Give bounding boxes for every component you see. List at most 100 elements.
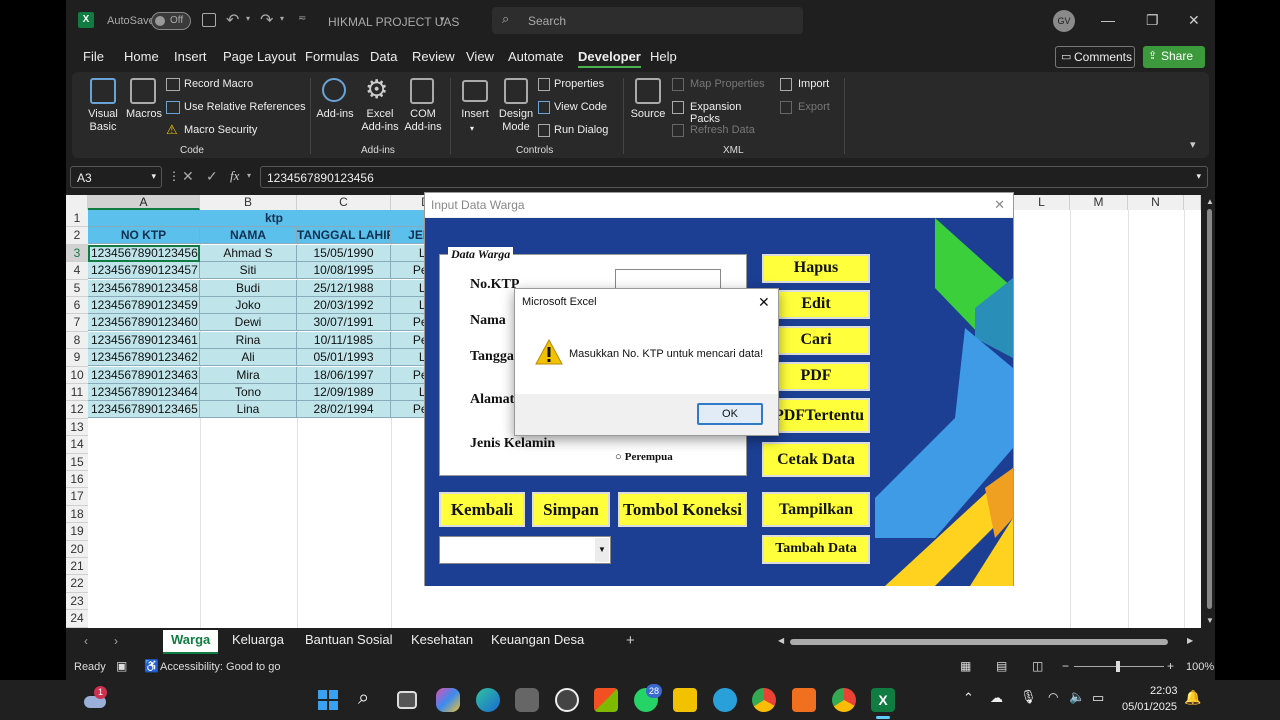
macros-button[interactable]: Macros (124, 76, 164, 138)
sheet-tab-bantuan-sosial[interactable]: Bantuan Sosial (305, 632, 392, 647)
row-header[interactable]: 14 (66, 436, 88, 454)
menu-home[interactable]: Home (124, 49, 159, 64)
row-header[interactable]: 15 (66, 453, 88, 471)
table-cell[interactable]: Mira (200, 366, 297, 384)
menu-view[interactable]: View (466, 49, 494, 64)
chrome-profile-icon[interactable] (832, 688, 856, 712)
sheet-tab-kesehatan[interactable]: Kesehatan (411, 632, 473, 647)
autosave-toggle[interactable]: Off (151, 12, 191, 30)
cancel-entry-icon[interactable]: ✕ (182, 168, 194, 185)
row-header[interactable]: 22 (66, 575, 88, 593)
column-header[interactable]: L (1014, 195, 1070, 210)
column-header[interactable]: N (1128, 195, 1184, 210)
menu-review[interactable]: Review (412, 49, 455, 64)
minimize-icon[interactable]: — (1101, 12, 1115, 28)
file-explorer-icon[interactable] (673, 688, 697, 712)
menu-help[interactable]: Help (650, 49, 677, 64)
table-cell[interactable]: Tono (200, 384, 297, 401)
row-header[interactable]: 12 (66, 401, 88, 419)
row-header[interactable]: 11 (66, 384, 88, 402)
table-cell[interactable]: 1234567890123458 (88, 279, 200, 297)
prev-sheet-icon[interactable]: ‹ (84, 634, 88, 648)
combo-box[interactable]: ▼ (439, 536, 611, 564)
formula-input[interactable]: 1234567890123456 ▾ (260, 166, 1208, 188)
userform-close-icon[interactable]: ✕ (994, 197, 1005, 213)
weather-widget[interactable]: 1 (82, 686, 110, 714)
table-cell[interactable]: 15/05/1990 (297, 244, 391, 262)
onedrive-icon[interactable]: ☁ (990, 690, 1003, 706)
tambah-data-button[interactable]: Tambah Data (762, 535, 870, 564)
copilot-icon[interactable] (436, 688, 460, 712)
table-header-cell[interactable]: NAMA (200, 227, 297, 245)
relative-refs-button[interactable]: Use Relative References (166, 101, 306, 117)
table-cell[interactable]: 05/01/1993 (297, 349, 391, 367)
zoom-slider-thumb[interactable] (1116, 661, 1120, 672)
chrome-icon[interactable] (752, 688, 776, 712)
zoom-level[interactable]: 100% (1186, 661, 1214, 673)
row-header[interactable]: 2 (66, 227, 88, 245)
table-cell[interactable]: 1234567890123462 (88, 349, 200, 367)
row-header[interactable]: 4 (66, 262, 88, 280)
sheet-tab-warga[interactable]: Warga (163, 630, 219, 654)
scroll-thumb[interactable] (1207, 209, 1212, 609)
row-header[interactable]: 24 (66, 610, 88, 628)
excel-taskbar-icon[interactable]: X (871, 688, 895, 712)
save-icon[interactable] (202, 13, 216, 27)
table-cell[interactable]: 18/06/1997 (297, 366, 391, 384)
row-header[interactable]: 10 (66, 366, 88, 384)
task-view-icon[interactable] (397, 691, 417, 709)
zoom-out-icon[interactable]: − (1062, 659, 1069, 673)
telegram-icon[interactable] (713, 688, 737, 712)
view-code-button[interactable]: View Code (538, 101, 618, 117)
table-cell[interactable]: 10/08/1995 (297, 262, 391, 280)
redo-icon[interactable]: ↷ (260, 10, 273, 30)
table-cell[interactable]: 12/09/1989 (297, 384, 391, 401)
radio-perempuan[interactable]: ○ Perempua (615, 451, 673, 463)
next-sheet-icon[interactable]: › (114, 634, 118, 648)
page-layout-view-icon[interactable]: ▤ (996, 659, 1007, 673)
row-header[interactable]: 5 (66, 279, 88, 297)
visual-basic-button[interactable]: Visual Basic (82, 76, 122, 138)
expand-formula-icon[interactable]: ▾ (1196, 171, 1201, 182)
undo-dropdown-icon[interactable]: ▾ (246, 14, 250, 23)
tombol-koneksi-button[interactable]: Tombol Koneksi (618, 492, 747, 527)
sheet-tab-keuangan-desa[interactable]: Keuangan Desa (491, 632, 584, 647)
cetak-data-button[interactable]: Cetak Data (762, 442, 870, 477)
name-box[interactable]: A3 ▾ (70, 166, 162, 188)
table-cell[interactable]: 1234567890123457 (88, 262, 200, 280)
table-cell[interactable]: Rina (200, 331, 297, 349)
table-cell[interactable]: 1234567890123459 (88, 297, 200, 314)
table-cell[interactable]: Joko (200, 297, 297, 314)
show-hidden-icons[interactable]: ⌃ (963, 690, 974, 706)
column-header[interactable]: M (1070, 195, 1128, 210)
table-cell[interactable]: Budi (200, 279, 297, 297)
clock-time[interactable]: 22:03 (1150, 685, 1178, 697)
table-cell[interactable]: 25/12/1988 (297, 279, 391, 297)
table-cell[interactable]: Dewi (200, 314, 297, 332)
row-header[interactable]: 20 (66, 540, 88, 558)
select-all-corner[interactable] (66, 195, 88, 210)
notification-icon[interactable]: 🔔 (1184, 689, 1201, 706)
fx-dropdown-icon[interactable]: ▾ (247, 171, 251, 180)
row-header[interactable]: 8 (66, 331, 88, 350)
table-cell[interactable]: 1234567890123465 (88, 401, 200, 419)
xampp-icon[interactable] (792, 688, 816, 712)
tampilkan-button[interactable]: Tampilkan (762, 492, 870, 527)
table-cell[interactable]: 1234567890123456 (88, 244, 200, 262)
clock-date[interactable]: 05/01/2025 (1122, 701, 1177, 713)
search-icon[interactable]: ⌕ (358, 687, 369, 710)
zoom-in-icon[interactable]: + (1167, 659, 1174, 673)
menu-automate[interactable]: Automate (508, 49, 564, 64)
menu-insert[interactable]: Insert (174, 49, 207, 64)
addins-button[interactable]: Add-ins (316, 76, 354, 138)
table-cell[interactable]: 1234567890123463 (88, 366, 200, 384)
store-icon[interactable] (594, 688, 618, 712)
table-header-cell[interactable]: NO KTP (88, 227, 200, 245)
search-input[interactable]: ⌕ Search (492, 7, 803, 34)
row-header[interactable]: 23 (66, 592, 88, 611)
browser-icon[interactable] (555, 688, 579, 712)
hapus-button[interactable]: Hapus (762, 254, 870, 283)
restore-icon[interactable]: ❐ (1146, 12, 1159, 29)
table-cell[interactable]: 1234567890123460 (88, 314, 200, 332)
row-header[interactable]: 21 (66, 558, 88, 576)
